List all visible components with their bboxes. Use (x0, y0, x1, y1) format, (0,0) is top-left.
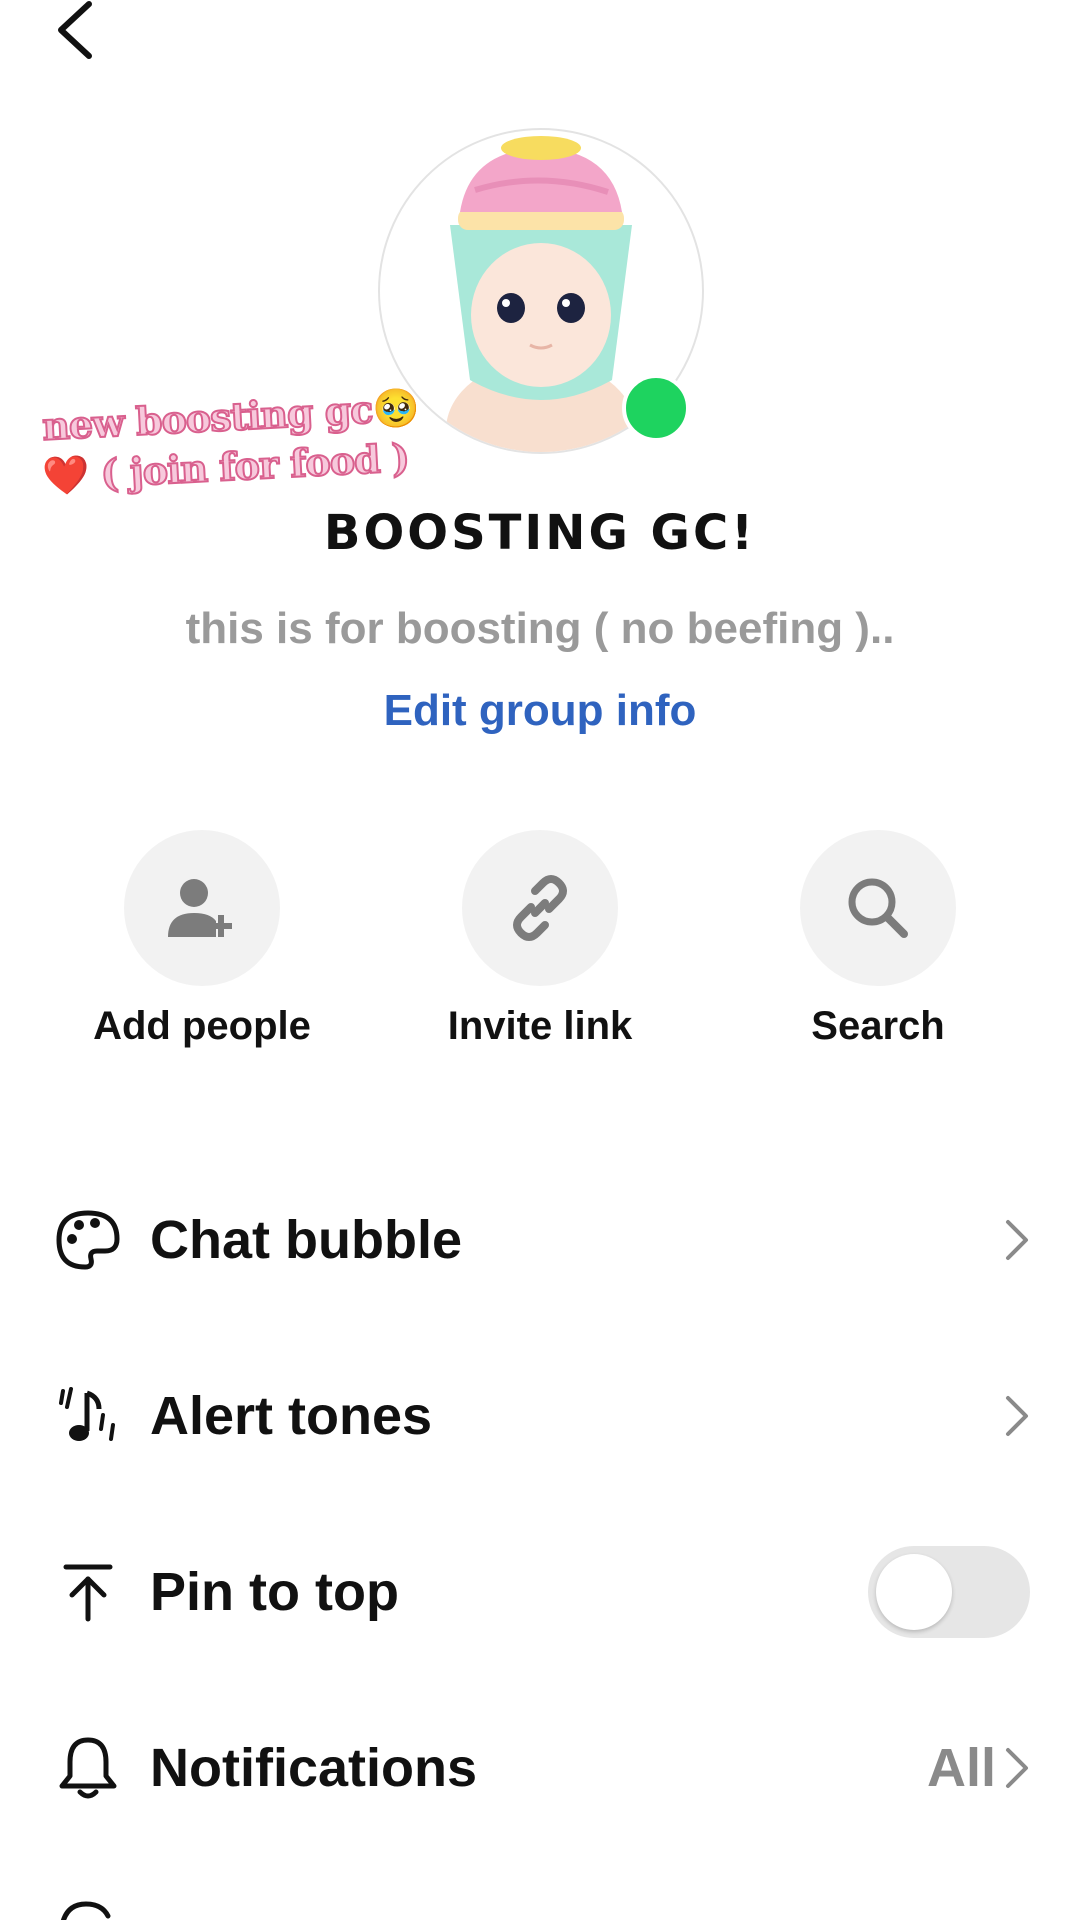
search-label: Search (811, 1004, 945, 1048)
setting-alert-tones[interactable]: Alert tones (0, 1356, 1080, 1476)
alert-tones-label: Alert tones (150, 1386, 433, 1446)
invite-link-button[interactable]: Invite link (390, 830, 690, 1049)
toggle-knob (876, 1554, 952, 1630)
add-people-label: Add people (93, 1004, 311, 1048)
chevron-right-icon (1006, 1220, 1028, 1260)
group-title: BOOSTING GC! (323, 505, 757, 561)
alert-tones-chevron (1002, 1394, 1030, 1438)
chevron-left-icon (58, 1, 92, 59)
notifications-value-wrap: All (927, 1737, 1030, 1799)
add-person-icon (168, 879, 232, 937)
pin-to-top-toggle-wrap (868, 1546, 1030, 1638)
chevron-right-icon (1006, 1748, 1028, 1788)
pin-to-top-label: Pin to top (150, 1562, 399, 1622)
notifications-value: All (926, 1738, 996, 1798)
add-people-circle[interactable] (124, 830, 280, 986)
palette-icon (50, 1202, 126, 1278)
search-icon (848, 878, 908, 938)
heart-emoji: ❤️ (41, 451, 90, 499)
chat-bubble-chevron (1002, 1218, 1030, 1262)
setting-chat-bubble[interactable]: Chat bubble (0, 1180, 1080, 1300)
invite-link-label: Invite link (447, 1004, 633, 1048)
pin-to-top-toggle[interactable] (868, 1546, 1030, 1638)
sticker-text: new boosting gc🥹 ❤️ ( join for food ) (40, 383, 422, 502)
chat-bubble-label: Chat bubble (150, 1210, 462, 1270)
add-people-button[interactable]: Add people (52, 830, 352, 1049)
notifications-label: Notifications (150, 1738, 478, 1798)
invite-link-circle[interactable] (462, 830, 618, 986)
chevron-right-icon (1006, 1396, 1028, 1436)
back-button[interactable] (40, 0, 110, 70)
pin-top-icon (50, 1554, 126, 1630)
music-note-icon (50, 1378, 126, 1454)
search-circle[interactable] (800, 830, 956, 986)
bell-icon (50, 1730, 126, 1806)
online-status-dot (622, 374, 690, 442)
search-button[interactable]: Search (728, 830, 1028, 1049)
group-description: this is for boosting ( no beefing ).. (185, 604, 895, 653)
setting-pin-to-top: Pin to top (0, 1532, 1080, 1652)
link-icon (513, 875, 567, 941)
edit-group-info-link[interactable]: Edit group info (0, 686, 1080, 736)
next-row-icon (56, 1896, 116, 1920)
setting-notifications[interactable]: Notifications All (0, 1708, 1080, 1828)
